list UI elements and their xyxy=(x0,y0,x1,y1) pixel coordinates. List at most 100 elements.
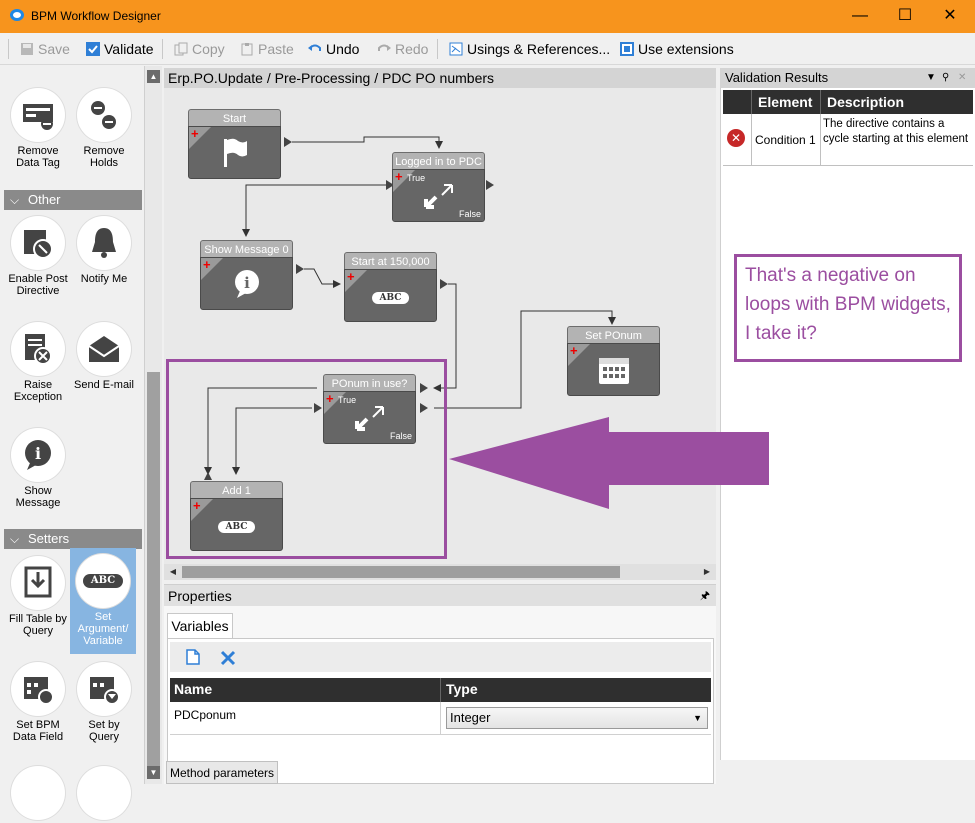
dropdown-icon[interactable]: ▼ xyxy=(926,68,936,88)
expand-plus-icon[interactable]: + xyxy=(395,170,403,183)
flag-icon xyxy=(223,138,247,167)
annotation-arrow xyxy=(449,417,769,509)
node-show-message[interactable]: Show Message 0 + i xyxy=(200,240,293,310)
expand-plus-icon[interactable]: + xyxy=(347,270,355,283)
tool-enable-post-directive[interactable]: Enable Post Directive xyxy=(6,216,70,297)
app-icon xyxy=(10,9,24,21)
scroll-down-icon[interactable]: ▼ xyxy=(147,766,160,779)
expand-plus-icon[interactable]: + xyxy=(203,258,211,271)
tool-label: Set Argument/ Variable xyxy=(77,611,129,647)
remove-data-tag-icon xyxy=(11,88,65,142)
close-icon[interactable]: ✕ xyxy=(958,68,966,88)
column-divider xyxy=(751,90,752,114)
close-icon[interactable]: ✕ xyxy=(930,4,970,28)
minimize-icon[interactable]: — xyxy=(840,4,880,28)
tool-set-bpm-data-field[interactable]: Set BPM Data Field xyxy=(6,662,70,743)
usings-references-button[interactable]: Usings & References... xyxy=(449,40,610,58)
table-row[interactable]: PDCponum Integer ▼ xyxy=(170,702,711,735)
tool-send-email[interactable]: Send E-mail xyxy=(72,322,136,391)
abc-icon: ABC xyxy=(76,554,130,608)
paste-button[interactable]: Paste xyxy=(240,40,294,58)
tool-label: Show Message xyxy=(15,485,61,509)
tool-set-argument-variable[interactable]: ABC Set Argument/ Variable xyxy=(70,548,136,654)
scroll-left-icon[interactable]: ◀ xyxy=(167,566,179,578)
usings-references-label: Usings & References... xyxy=(467,41,611,57)
tab-variables[interactable]: Variables xyxy=(167,613,233,639)
node-body: + xyxy=(188,126,281,179)
column-divider xyxy=(820,90,821,114)
title-bar: BPM Workflow Designer — ☐ ✕ xyxy=(0,0,975,33)
redo-button[interactable]: Redo xyxy=(377,40,428,58)
paste-icon xyxy=(241,43,253,56)
redo-label: Redo xyxy=(395,41,429,57)
variables-grid-header: Name Type xyxy=(170,678,711,702)
tool-more-2[interactable] xyxy=(72,766,136,823)
tool-label: Remove Holds xyxy=(83,145,125,169)
scrollbar-thumb[interactable] xyxy=(147,372,160,767)
validation-description: The directive contains a cycle starting … xyxy=(823,118,969,145)
pin-icon[interactable]: ⚲ xyxy=(942,68,949,88)
fill-table-icon xyxy=(11,556,65,610)
tool-label: Enable Post Directive xyxy=(8,273,68,297)
tool-fill-table-by-query[interactable]: Fill Table by Query xyxy=(6,556,70,637)
group-other-header[interactable]: ⌵ Other xyxy=(4,190,142,210)
maximize-icon[interactable]: ☐ xyxy=(885,4,925,28)
node-logged-in-to-pdc[interactable]: Logged in to PDC + True False xyxy=(392,152,485,222)
node-body: + True False xyxy=(392,169,485,222)
node-set-ponum[interactable]: Set POnum + xyxy=(567,326,660,396)
toolbox-panel: Remove Data Tag Remove Holds ⌵ Other Ena… xyxy=(0,66,145,820)
node-start[interactable]: Start + xyxy=(188,109,281,179)
validate-button[interactable]: Validate xyxy=(86,40,154,58)
type-select-value: Integer xyxy=(450,710,491,725)
undo-label: Undo xyxy=(326,41,360,57)
toolbox-scrollbar[interactable]: ▲ ▼ xyxy=(145,66,162,784)
tool-label: Raise Exception xyxy=(13,379,63,403)
copy-icon xyxy=(174,42,188,56)
scrollbar-thumb[interactable] xyxy=(182,566,620,578)
pin-icon[interactable]: 🖈 xyxy=(700,585,710,607)
delete-x-icon[interactable] xyxy=(220,650,236,666)
window-title: BPM Workflow Designer xyxy=(31,9,161,23)
column-name[interactable]: Name xyxy=(174,681,212,697)
variable-name[interactable]: PDCponum xyxy=(174,708,236,722)
node-start-at-150000[interactable]: Start at 150,000 + ABC xyxy=(344,252,437,322)
scroll-up-icon[interactable]: ▲ xyxy=(147,70,160,83)
canvas-hscrollbar[interactable]: ◀ ▶ xyxy=(164,564,716,580)
undo-button[interactable]: Undo xyxy=(308,40,359,58)
tool-more-1[interactable] xyxy=(6,766,70,823)
copy-button[interactable]: Copy xyxy=(174,40,225,58)
tool-remove-data-tag[interactable]: Remove Data Tag xyxy=(6,88,70,169)
tool-label: Fill Table by Query xyxy=(9,613,67,637)
node-body: + i xyxy=(200,257,293,310)
tool-raise-exception[interactable]: Raise Exception xyxy=(6,322,70,403)
node-title: Show Message 0 xyxy=(200,240,293,258)
column-description[interactable]: Description xyxy=(827,94,904,110)
tool-label: Send E-mail xyxy=(74,379,134,391)
tool-set-by-query[interactable]: Set by Query xyxy=(72,662,136,743)
save-button[interactable]: Save xyxy=(20,40,70,58)
paste-label: Paste xyxy=(258,41,294,57)
properties-header: Properties 🖈 xyxy=(164,584,716,606)
chevron-down-icon: ▼ xyxy=(693,713,702,723)
expand-plus-icon[interactable]: + xyxy=(191,127,199,140)
type-select[interactable]: Integer ▼ xyxy=(446,707,708,729)
tool-label: Set BPM Data Field xyxy=(12,719,64,743)
use-extensions-button[interactable]: Use extensions xyxy=(620,40,734,58)
new-document-icon[interactable] xyxy=(186,649,200,665)
tool-show-message[interactable]: i Show Message xyxy=(6,428,70,509)
column-element[interactable]: Element xyxy=(758,94,812,110)
tab-method-parameters[interactable]: Method parameters xyxy=(166,761,278,784)
expand-plus-icon[interactable]: + xyxy=(570,344,578,357)
breadcrumb: Erp.PO.Update / Pre-Processing / PDC PO … xyxy=(164,68,716,88)
column-divider xyxy=(440,702,441,735)
tool-remove-holds[interactable]: Remove Holds xyxy=(72,88,136,169)
tool-label: Notify Me xyxy=(80,273,128,285)
table-row[interactable]: ✕ Condition 1 The directive contains a c… xyxy=(723,114,973,166)
group-setters-header[interactable]: ⌵ Setters xyxy=(4,529,142,549)
save-icon xyxy=(21,43,33,55)
column-type[interactable]: Type xyxy=(446,681,478,697)
tool-notify-me[interactable]: Notify Me xyxy=(72,216,136,285)
save-label: Save xyxy=(38,41,70,57)
enable-post-directive-icon xyxy=(11,216,65,270)
scroll-right-icon[interactable]: ▶ xyxy=(701,566,713,578)
